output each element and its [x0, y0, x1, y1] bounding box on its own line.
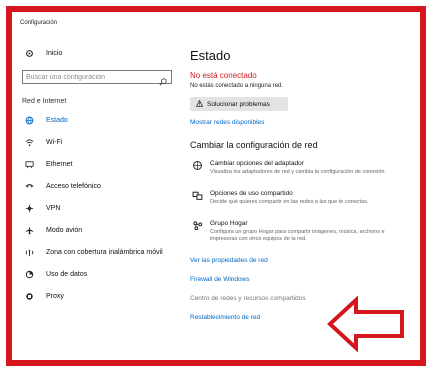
warning-icon [195, 99, 204, 109]
connection-status: No está conectado [190, 71, 257, 80]
ethernet-icon [22, 160, 36, 169]
globe-icon [22, 116, 36, 125]
sidebar-item-vpn[interactable]: VPN [22, 197, 182, 219]
wifi-icon [22, 138, 36, 147]
search-icon[interactable] [159, 73, 167, 91]
sidebar-item-label: Wi-Fi [46, 138, 63, 146]
connection-status-detail: No estás conectado a ninguna red. [190, 83, 284, 89]
option-description: Visualiza los adaptadores de red y cambi… [210, 169, 387, 175]
sidebar-item-mobile-hotspot[interactable]: Zona con cobertura inalámbrica móvil [22, 241, 182, 263]
section-label: Red e Internet [22, 98, 67, 105]
sidebar-item-dialup[interactable]: Acceso telefónico [22, 175, 182, 197]
sidebar-item-label: Acceso telefónico [46, 182, 101, 190]
network-properties-link[interactable]: Ver las propiedades de red [190, 257, 420, 264]
sidebar-item-proxy[interactable]: Proxy [22, 285, 182, 307]
adapter-options-item[interactable]: Cambiar opciones del adaptador Visualiza… [190, 160, 420, 176]
search-box[interactable] [22, 70, 172, 86]
sidebar-item-label: Ethernet [46, 160, 73, 168]
main-panel: Estado No está conectado No estás conect… [190, 42, 420, 333]
hotspot-icon [22, 248, 36, 257]
sidebar-item-label: VPN [46, 204, 61, 212]
troubleshoot-label: Solucionar problemas [207, 100, 270, 108]
window-title: Configuración [20, 20, 58, 26]
data-usage-icon [22, 270, 36, 279]
show-networks-link[interactable]: Mostrar redes disponibles [190, 119, 420, 126]
vpn-icon [22, 204, 36, 213]
sidebar-item-status[interactable]: Estado [22, 109, 182, 131]
firewall-link[interactable]: Firewall de Windows [190, 276, 420, 283]
option-title: Cambiar opciones del adaptador [210, 160, 304, 167]
search-input[interactable] [23, 73, 152, 81]
callout-arrow-icon [327, 296, 404, 352]
troubleshoot-button[interactable]: Solucionar problemas [190, 97, 288, 111]
sidebar-item-airplane-mode[interactable]: Modo avión [22, 219, 182, 241]
page-title: Estado [190, 48, 231, 63]
dialup-icon [22, 182, 36, 191]
option-title: Opciones de uso compartido [210, 190, 293, 197]
option-description: Decide qué quieres compartir en las rede… [210, 199, 369, 205]
adapter-icon [190, 160, 204, 171]
sharing-options-item[interactable]: Opciones de uso compartido Decide qué qu… [190, 190, 420, 206]
sidebar-item-wifi[interactable]: Wi-Fi [22, 131, 182, 153]
proxy-icon [22, 292, 36, 301]
homegroup-item[interactable]: Grupo Hogar Configura un grupo Hogar par… [190, 220, 420, 243]
homegroup-icon [190, 220, 204, 231]
sharing-icon [190, 190, 204, 201]
sidebar-item-data-usage[interactable]: Uso de datos [22, 263, 182, 285]
option-description: Configura un grupo Hogar para compartir … [210, 229, 385, 242]
sidebar-item-home[interactable]: Inicio [22, 42, 182, 64]
sidebar-item-label: Inicio [46, 49, 63, 57]
sidebar-item-label: Zona con cobertura inalámbrica móvil [46, 248, 163, 256]
sidebar-item-label: Proxy [46, 292, 64, 300]
sidebar-item-label: Estado [46, 116, 68, 124]
change-settings-heading: Cambiar la configuración de red [190, 140, 318, 150]
airplane-icon [22, 226, 36, 235]
option-title: Grupo Hogar [210, 220, 248, 227]
gear-icon [22, 49, 36, 58]
sidebar-item-ethernet[interactable]: Ethernet [22, 153, 182, 175]
sidebar-item-label: Uso de datos [46, 270, 88, 278]
sidebar: Inicio Red e Internet Estado Wi-Fi [22, 42, 182, 307]
sidebar-item-label: Modo avión [46, 226, 83, 234]
